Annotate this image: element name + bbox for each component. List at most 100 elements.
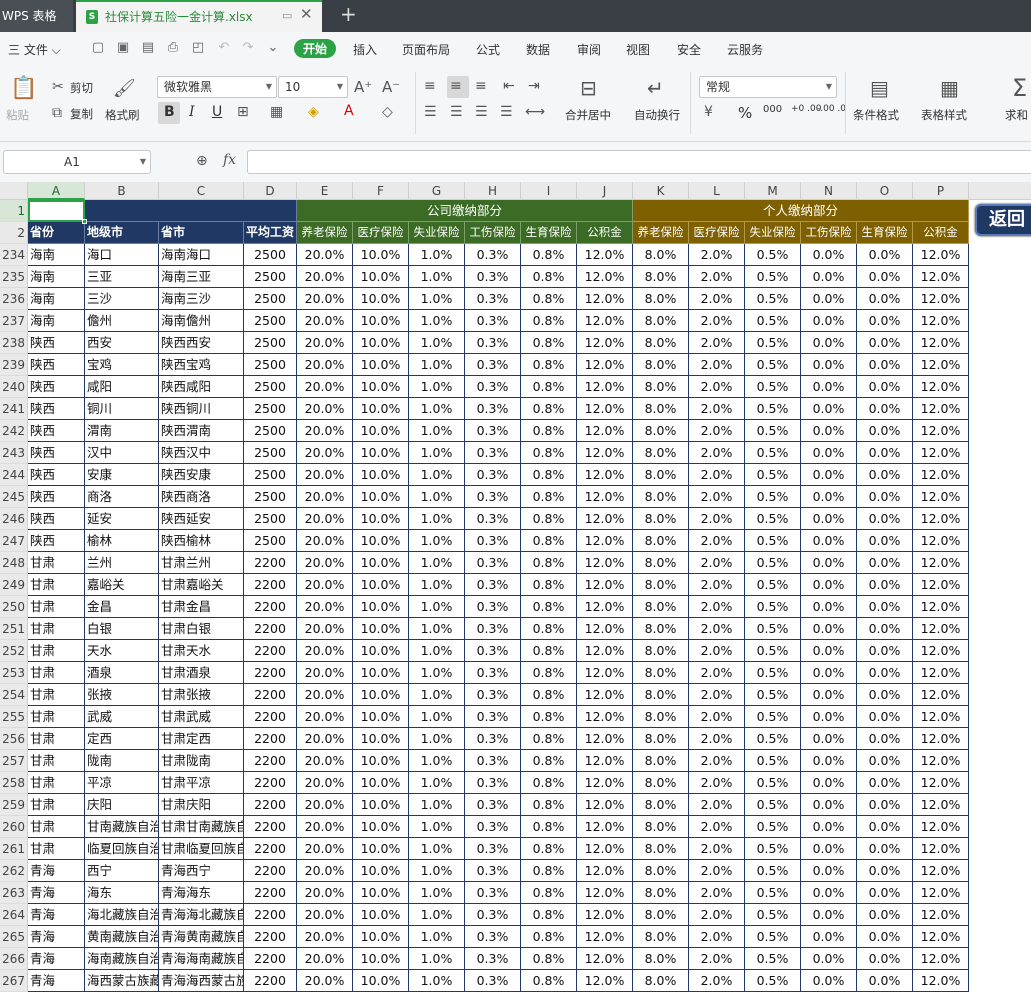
personal-rate-cell[interactable]: 0.0% <box>801 442 857 464</box>
company-rate-cell[interactable]: 10.0% <box>353 772 409 794</box>
province-city-cell[interactable]: 陕西商洛 <box>159 486 244 508</box>
personal-rate-cell[interactable]: 0.0% <box>801 794 857 816</box>
row-header[interactable]: 257 <box>0 750 28 772</box>
paste-icon[interactable]: 📋 <box>10 76 37 101</box>
personal-rate-cell[interactable]: 8.0% <box>633 288 689 310</box>
personal-rate-cell[interactable]: 8.0% <box>633 376 689 398</box>
personal-rate-cell[interactable]: 12.0% <box>913 618 969 640</box>
menu-tab[interactable]: 安全 <box>677 41 701 58</box>
city-cell[interactable]: 西安 <box>85 332 159 354</box>
name-box[interactable]: A1 ▼ <box>3 150 151 174</box>
company-rate-cell[interactable]: 12.0% <box>577 310 633 332</box>
personal-rate-cell[interactable]: 2.0% <box>689 772 745 794</box>
avg-wage-cell[interactable]: 2500 <box>244 310 297 332</box>
company-rate-cell[interactable]: 10.0% <box>353 332 409 354</box>
province-city-cell[interactable]: 甘肃天水 <box>159 640 244 662</box>
personal-rate-cell[interactable]: 0.5% <box>745 310 801 332</box>
province-cell[interactable]: 青海 <box>28 926 85 948</box>
personal-rate-cell[interactable]: 0.0% <box>857 530 913 552</box>
province-city-cell[interactable]: 甘肃定西 <box>159 728 244 750</box>
personal-rate-cell[interactable]: 2.0% <box>689 750 745 772</box>
personal-rate-cell[interactable]: 12.0% <box>913 486 969 508</box>
personal-rate-cell[interactable]: 8.0% <box>633 904 689 926</box>
personal-rate-cell[interactable]: 0.5% <box>745 816 801 838</box>
merge-center-button[interactable]: 合并居中 <box>565 107 611 123</box>
personal-rate-cell[interactable]: 12.0% <box>913 288 969 310</box>
company-rate-cell[interactable]: 1.0% <box>409 640 465 662</box>
column-header[interactable]: M <box>745 182 801 200</box>
company-rate-cell[interactable]: 1.0% <box>409 288 465 310</box>
table-style-button[interactable]: 表格样式 <box>921 107 967 123</box>
personal-rate-cell[interactable]: 12.0% <box>913 508 969 530</box>
avg-wage-cell[interactable]: 2500 <box>244 354 297 376</box>
company-rate-cell[interactable]: 1.0% <box>409 750 465 772</box>
bold-button[interactable]: B <box>164 104 175 120</box>
fill-handle[interactable] <box>82 219 87 224</box>
avg-wage-cell[interactable]: 2200 <box>244 904 297 926</box>
avg-wage-cell[interactable]: 2200 <box>244 728 297 750</box>
personal-rate-cell[interactable]: 0.0% <box>857 420 913 442</box>
personal-rate-cell[interactable]: 8.0% <box>633 794 689 816</box>
city-cell[interactable]: 西宁 <box>85 860 159 882</box>
province-cell[interactable]: 甘肃 <box>28 772 85 794</box>
fx-icon[interactable]: fx <box>223 152 236 168</box>
personal-rate-cell[interactable]: 12.0% <box>913 926 969 948</box>
province-city-cell[interactable]: 甘肃临夏回族自 <box>159 838 244 860</box>
font-name-select[interactable]: 微软雅黑 ▼ <box>157 76 277 98</box>
column-header[interactable]: D <box>244 182 297 200</box>
column-header[interactable]: H <box>465 182 521 200</box>
company-rate-cell[interactable]: 20.0% <box>297 596 353 618</box>
align-right-icon[interactable]: ☰ <box>475 104 488 120</box>
personal-rate-cell[interactable]: 12.0% <box>913 596 969 618</box>
personal-rate-cell[interactable]: 8.0% <box>633 574 689 596</box>
column-header[interactable]: G <box>409 182 465 200</box>
company-rate-cell[interactable]: 0.8% <box>521 508 577 530</box>
company-rate-cell[interactable]: 10.0% <box>353 244 409 266</box>
company-rate-cell[interactable]: 0.3% <box>465 970 521 992</box>
company-rate-cell[interactable]: 0.8% <box>521 860 577 882</box>
province-city-cell[interactable]: 甘肃武威 <box>159 706 244 728</box>
row-header[interactable]: 251 <box>0 618 28 640</box>
avg-wage-cell[interactable]: 2500 <box>244 464 297 486</box>
personal-rate-cell[interactable]: 2.0% <box>689 288 745 310</box>
company-rate-cell[interactable]: 0.8% <box>521 310 577 332</box>
row-header[interactable]: 240 <box>0 376 28 398</box>
company-rate-cell[interactable]: 20.0% <box>297 838 353 860</box>
personal-rate-cell[interactable]: 12.0% <box>913 794 969 816</box>
city-cell[interactable]: 商洛 <box>85 486 159 508</box>
company-rate-cell[interactable]: 10.0% <box>353 508 409 530</box>
city-cell[interactable]: 延安 <box>85 508 159 530</box>
personal-rate-cell[interactable]: 8.0% <box>633 398 689 420</box>
company-rate-cell[interactable]: 20.0% <box>297 266 353 288</box>
company-rate-cell[interactable]: 0.3% <box>465 310 521 332</box>
personal-rate-cell[interactable]: 0.5% <box>745 552 801 574</box>
zoom-icon[interactable]: ⊕ <box>196 153 208 169</box>
row-header[interactable]: 266 <box>0 948 28 970</box>
italic-button[interactable]: I <box>189 104 195 120</box>
company-rate-cell[interactable]: 0.3% <box>465 926 521 948</box>
column-header[interactable]: P <box>913 182 969 200</box>
company-rate-cell[interactable]: 1.0% <box>409 354 465 376</box>
company-rate-cell[interactable]: 0.8% <box>521 838 577 860</box>
personal-rate-cell[interactable]: 0.0% <box>801 618 857 640</box>
personal-rate-cell[interactable]: 0.5% <box>745 970 801 992</box>
avg-wage-cell[interactable]: 2500 <box>244 266 297 288</box>
company-rate-cell[interactable]: 0.8% <box>521 398 577 420</box>
company-rate-cell[interactable]: 0.3% <box>465 640 521 662</box>
province-cell[interactable]: 甘肃 <box>28 684 85 706</box>
company-rate-cell[interactable]: 0.8% <box>521 574 577 596</box>
personal-rate-cell[interactable]: 0.5% <box>745 904 801 926</box>
city-cell[interactable]: 三亚 <box>85 266 159 288</box>
personal-rate-cell[interactable]: 0.0% <box>857 684 913 706</box>
personal-rate-cell[interactable]: 0.0% <box>857 926 913 948</box>
company-rate-cell[interactable]: 20.0% <box>297 530 353 552</box>
company-rate-cell[interactable]: 0.3% <box>465 618 521 640</box>
column-header-extra[interactable] <box>969 182 1031 200</box>
company-rate-cell[interactable]: 10.0% <box>353 926 409 948</box>
company-rate-cell[interactable]: 0.8% <box>521 530 577 552</box>
company-rate-cell[interactable]: 12.0% <box>577 750 633 772</box>
province-city-cell[interactable]: 甘肃嘉峪关 <box>159 574 244 596</box>
personal-rate-cell[interactable]: 0.0% <box>857 376 913 398</box>
province-city-cell[interactable]: 青海海东 <box>159 882 244 904</box>
company-rate-cell[interactable]: 0.3% <box>465 882 521 904</box>
